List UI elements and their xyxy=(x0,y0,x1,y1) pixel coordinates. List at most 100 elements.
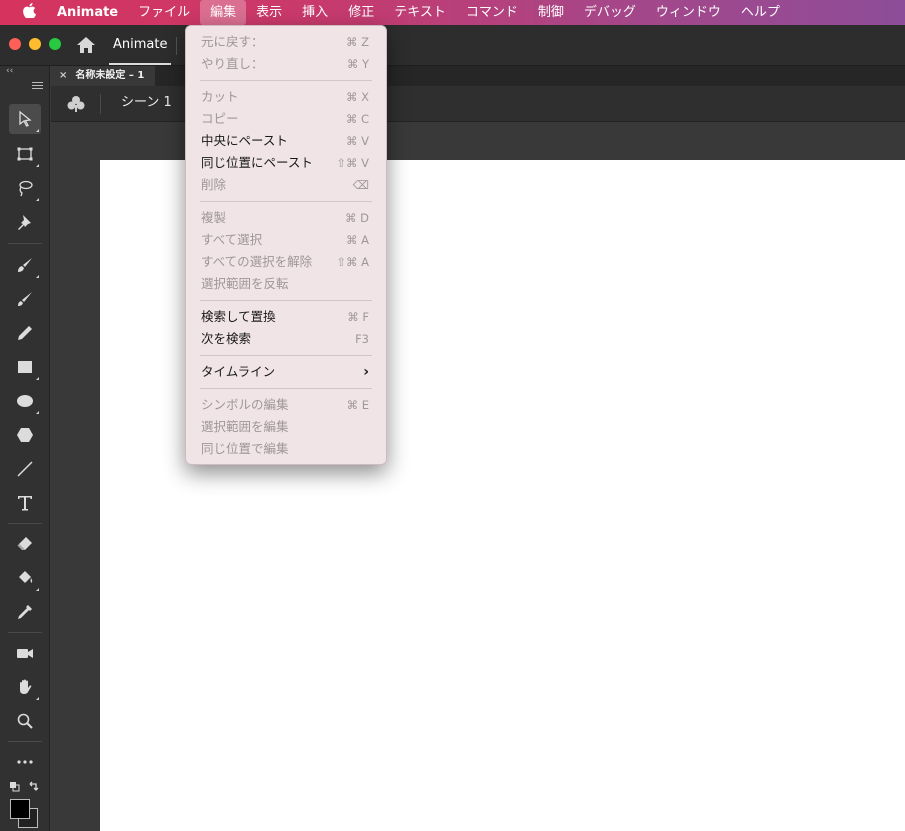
eyedropper-tool[interactable] xyxy=(9,597,41,627)
menu-item-shortcut: ⌘ Z xyxy=(345,35,369,49)
magnifier-icon xyxy=(17,713,33,729)
edit-menu-item[interactable]: シンボルの編集 ⌘ E xyxy=(186,394,386,416)
edit-menu-item[interactable]: 次を検索 F3 xyxy=(186,328,386,350)
menu-item-label: 同じ位置にペースト xyxy=(201,155,313,170)
menu-item-shortcut: F3 xyxy=(355,332,369,346)
menu-control[interactable]: 制御 xyxy=(528,0,574,25)
paint-brush-icon xyxy=(18,258,32,272)
pencil-icon xyxy=(18,326,32,340)
edit-menu-item[interactable]: コピー ⌘ C xyxy=(186,108,386,130)
tools-panel: ‹‹ xyxy=(0,66,50,831)
edit-menu-item[interactable]: タイムライン › xyxy=(186,361,386,383)
edit-menu-item[interactable]: 削除 ⌫ xyxy=(186,174,386,196)
menu-insert[interactable]: 挿入 xyxy=(292,0,338,25)
menu-view[interactable]: 表示 xyxy=(246,0,292,25)
free-transform-tool[interactable] xyxy=(9,139,41,169)
lasso-tool[interactable] xyxy=(9,173,41,203)
edit-menu-item[interactable]: カット ⌘ X xyxy=(186,86,386,108)
hand-tool[interactable] xyxy=(9,672,41,702)
document-tab[interactable]: × 名称未設定 – 1 xyxy=(51,66,155,86)
transform-icon xyxy=(17,147,33,161)
oval-tool[interactable] xyxy=(9,386,41,416)
paint-bucket-icon xyxy=(19,571,33,583)
selection-tool[interactable] xyxy=(9,104,41,134)
menu-item-label: 次を検索 xyxy=(201,331,252,346)
menu-edit[interactable]: 編集 xyxy=(200,0,247,25)
rectangle-tool[interactable] xyxy=(9,352,41,382)
scene-divider xyxy=(100,94,101,114)
menu-debug[interactable]: デバッグ xyxy=(574,0,646,25)
camera-tool[interactable] xyxy=(9,638,41,668)
scene-icon[interactable] xyxy=(66,94,86,114)
submenu-chevron-icon: › xyxy=(363,364,369,380)
edit-menu-item[interactable]: 同じ位置にペースト ⇧⌘ V xyxy=(186,152,386,174)
menu-item-label: すべて選択 xyxy=(201,232,263,247)
paint-bucket-tool[interactable] xyxy=(9,563,41,593)
collapse-panel-icon[interactable]: ‹‹ xyxy=(6,66,13,76)
edit-menu-item[interactable]: やり直し： ⌘ Y xyxy=(186,53,386,75)
window-minimize-button[interactable] xyxy=(29,38,41,50)
menu-item-shortcut: ⌘ F xyxy=(347,310,369,324)
line-tool[interactable] xyxy=(9,454,41,484)
home-icon[interactable] xyxy=(76,36,96,54)
edit-menu-item[interactable]: 複製 ⌘ D xyxy=(186,207,386,229)
pin-tool[interactable] xyxy=(9,207,41,237)
menu-window[interactable]: ウィンドウ xyxy=(646,0,731,25)
menu-item-shortcut: ⌘ C xyxy=(345,112,369,126)
paint-brush-tool[interactable] xyxy=(9,250,41,280)
zoom-tool[interactable] xyxy=(9,706,41,736)
edit-menu-item[interactable]: 選択範囲を編集 xyxy=(186,416,386,438)
menu-modify[interactable]: 修正 xyxy=(338,0,384,25)
fill-color-swatch[interactable] xyxy=(10,799,30,819)
oval-icon xyxy=(17,395,33,407)
menu-bar: Animate ファイル 編集 表示 挿入 修正 テキスト コマンド 制御 デバ… xyxy=(0,0,905,25)
menu-item-shortcut: ⌘ V xyxy=(345,134,369,148)
arrow-pointer-icon xyxy=(19,110,32,127)
menu-item-shortcut: ⌘ E xyxy=(346,398,369,412)
titlebar-divider xyxy=(176,37,177,55)
edit-menu-item[interactable]: 同じ位置で編集 xyxy=(186,438,386,460)
pencil-tool[interactable] xyxy=(9,318,41,348)
edit-menu-item[interactable]: 検索して置換 ⌘ F xyxy=(186,306,386,328)
apple-menu-icon[interactable] xyxy=(19,3,39,22)
window-zoom-button[interactable] xyxy=(49,38,61,50)
panel-menu-icon[interactable] xyxy=(32,82,43,89)
color-swap-controls xyxy=(9,781,41,793)
more-tools-button[interactable] xyxy=(9,747,41,777)
menu-help[interactable]: ヘルプ xyxy=(731,0,790,25)
app-workspace-tab[interactable]: Animate xyxy=(109,25,172,65)
hand-icon xyxy=(20,679,32,694)
edit-menu-item[interactable]: 元に戻す： ⌘ Z xyxy=(186,31,386,53)
edit-menu-item[interactable]: すべての選択を解除 ⇧⌘ A xyxy=(186,251,386,273)
menu-item-shortcut: ⇧⌘ V xyxy=(336,156,369,170)
menu-animate[interactable]: Animate xyxy=(50,0,128,25)
edit-menu-item[interactable]: 中央にペースト ⌘ V xyxy=(186,130,386,152)
edit-menu-item[interactable]: 選択範囲を反転 xyxy=(186,273,386,295)
text-tool[interactable] xyxy=(9,488,41,518)
edit-menu-item[interactable]: すべて選択 ⌘ A xyxy=(186,229,386,251)
pin-icon xyxy=(18,215,31,230)
menu-commands[interactable]: コマンド xyxy=(456,0,528,25)
document-tab-title: 名称未設定 – 1 xyxy=(75,70,145,81)
scene-bar: シーン 1 xyxy=(51,86,905,122)
edit-dropdown-menu: 元に戻す： ⌘ Z やり直し： ⌘ Y カット ⌘ X コピー ⌘ C 中央にペースト ⌘ V 同じ… xyxy=(185,25,387,465)
menu-text[interactable]: テキスト xyxy=(384,0,456,25)
polystar-tool[interactable] xyxy=(9,420,41,450)
eraser-tool[interactable] xyxy=(9,529,41,559)
menu-item-shortcut: ⌘ Y xyxy=(346,57,369,71)
text-t-icon xyxy=(18,496,32,511)
menu-item-shortcut: ⌘ D xyxy=(344,211,369,225)
app-title-bar: Animate xyxy=(0,25,905,66)
menu-item-label: すべての選択を解除 xyxy=(201,254,313,269)
menu-file[interactable]: ファイル xyxy=(128,0,200,25)
scene-label[interactable]: シーン 1 xyxy=(121,86,172,120)
close-document-icon[interactable]: × xyxy=(59,70,67,81)
brush-tool[interactable] xyxy=(9,284,41,314)
window-close-button[interactable] xyxy=(9,38,21,50)
menu-item-label: 元に戻す： xyxy=(201,34,264,49)
hexagon-icon xyxy=(17,428,33,442)
menu-item-shortcut: ⌫ xyxy=(352,178,369,192)
menu-item-shortcut: ⇧⌘ A xyxy=(336,255,369,269)
ellipsis-icon xyxy=(17,760,33,764)
menu-separator xyxy=(200,80,372,81)
